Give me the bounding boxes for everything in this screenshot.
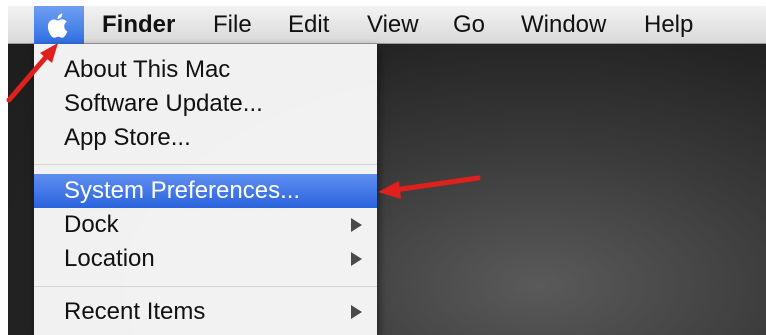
annotation-arrows — [6, 43, 481, 199]
arrow-to-system-preferences — [378, 175, 481, 199]
arrow-to-apple-menu — [6, 43, 58, 103]
